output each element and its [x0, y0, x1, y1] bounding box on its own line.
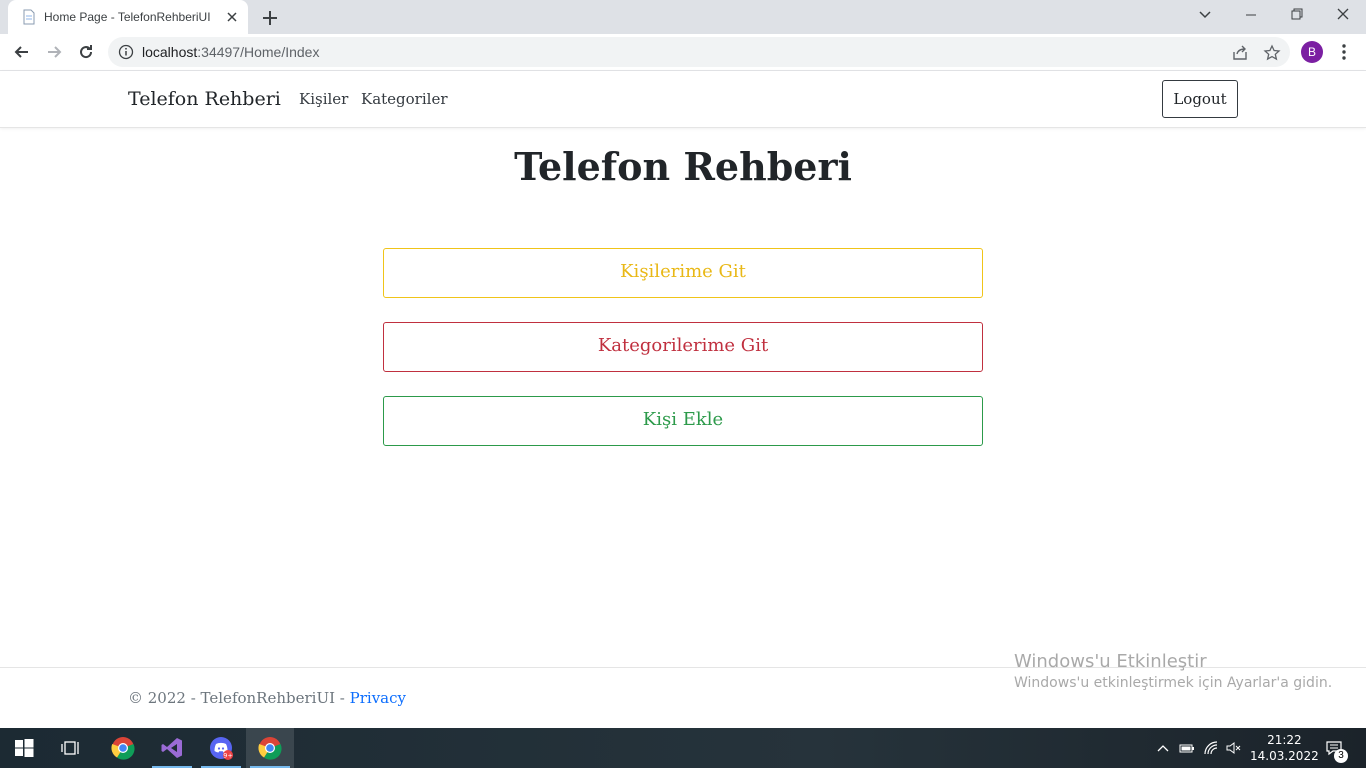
clock-time: 21:22	[1267, 733, 1302, 747]
watermark-title: Windows'u Etkinleştir	[1014, 651, 1207, 672]
task-view-icon	[61, 741, 79, 755]
notification-count-badge: 3	[1334, 749, 1348, 763]
footer-text: © 2022 - TelefonRehberiUI - Privacy	[128, 689, 406, 707]
go-to-categories-button[interactable]: Kategorilerime Git	[383, 322, 983, 372]
menu-kebab-icon[interactable]	[1335, 42, 1353, 62]
url-host: localhost	[142, 44, 198, 60]
browser-toolbar: localhost:34497/Home/Index B	[0, 34, 1366, 71]
battery-icon[interactable]	[1179, 740, 1195, 756]
reload-icon[interactable]	[76, 42, 96, 62]
nav-link-contacts[interactable]: Kişiler	[299, 90, 348, 108]
url-path: :34497/Home/Index	[197, 44, 320, 60]
bookmark-star-icon[interactable]	[1263, 44, 1281, 62]
url-text[interactable]: localhost:34497/Home/Index	[142, 44, 319, 60]
copyright-text: © 2022 - TelefonRehberiUI -	[128, 689, 350, 707]
page-icon	[23, 9, 35, 25]
address-bar[interactable]: localhost:34497/Home/Index	[108, 37, 1290, 67]
close-tab-icon[interactable]	[224, 9, 240, 25]
nav-link-categories[interactable]: Kategoriler	[361, 90, 448, 108]
discord-icon: 9+	[210, 737, 233, 760]
tab-search-icon[interactable]	[1183, 0, 1227, 30]
start-button[interactable]	[0, 728, 48, 768]
visual-studio-icon	[161, 738, 182, 758]
taskbar-clock[interactable]: 21:22 14.03.2022	[1250, 732, 1319, 764]
go-to-contacts-button[interactable]: Kişilerime Git	[383, 248, 983, 298]
restore-icon[interactable]	[1275, 0, 1319, 30]
taskbar-discord[interactable]: 9+	[197, 728, 245, 768]
navbar-brand[interactable]: Telefon Rehberi	[128, 88, 281, 110]
discord-badge: 9+	[223, 752, 233, 760]
site-navbar: Telefon Rehberi Kişiler Kategoriler Logo…	[0, 71, 1366, 128]
privacy-link[interactable]: Privacy	[350, 689, 406, 707]
chevron-up-icon[interactable]	[1155, 740, 1171, 756]
browser-tab[interactable]: Home Page - TelefonRehberiUI	[8, 0, 248, 34]
windows-logo-icon	[15, 739, 34, 757]
add-contact-button[interactable]: Kişi Ekle	[383, 396, 983, 446]
logout-button[interactable]: Logout	[1162, 80, 1238, 118]
taskbar-chrome[interactable]	[99, 728, 147, 768]
page-title: Telefon Rehberi	[514, 144, 852, 189]
taskbar-visual-studio[interactable]	[148, 728, 196, 768]
windows-taskbar: 9+ 21:22 14.03.2022	[0, 728, 1366, 768]
close-window-icon[interactable]	[1321, 0, 1365, 30]
back-icon[interactable]	[12, 42, 32, 62]
volume-muted-icon[interactable]	[1226, 740, 1242, 756]
info-icon[interactable]	[118, 44, 134, 60]
task-view-button[interactable]	[48, 728, 96, 768]
new-tab-icon[interactable]	[259, 7, 281, 29]
profile-avatar[interactable]: B	[1301, 41, 1323, 63]
taskbar-chrome-active[interactable]	[246, 728, 294, 768]
chrome-icon	[111, 737, 135, 760]
clock-date: 14.03.2022	[1250, 749, 1319, 763]
minimize-icon[interactable]	[1229, 0, 1273, 30]
activation-watermark: Windows'u Etkinleştir Windows'u etkinleş…	[1014, 651, 1332, 691]
chrome-icon	[258, 737, 282, 760]
wifi-icon[interactable]	[1203, 740, 1219, 756]
forward-icon[interactable]	[44, 42, 64, 62]
browser-tabstrip: Home Page - TelefonRehberiUI	[0, 0, 1366, 34]
watermark-subtitle: Windows'u etkinleştirmek için Ayarlar'a …	[1014, 675, 1333, 691]
tab-title: Home Page - TelefonRehberiUI	[44, 10, 211, 24]
share-icon[interactable]	[1231, 44, 1249, 62]
